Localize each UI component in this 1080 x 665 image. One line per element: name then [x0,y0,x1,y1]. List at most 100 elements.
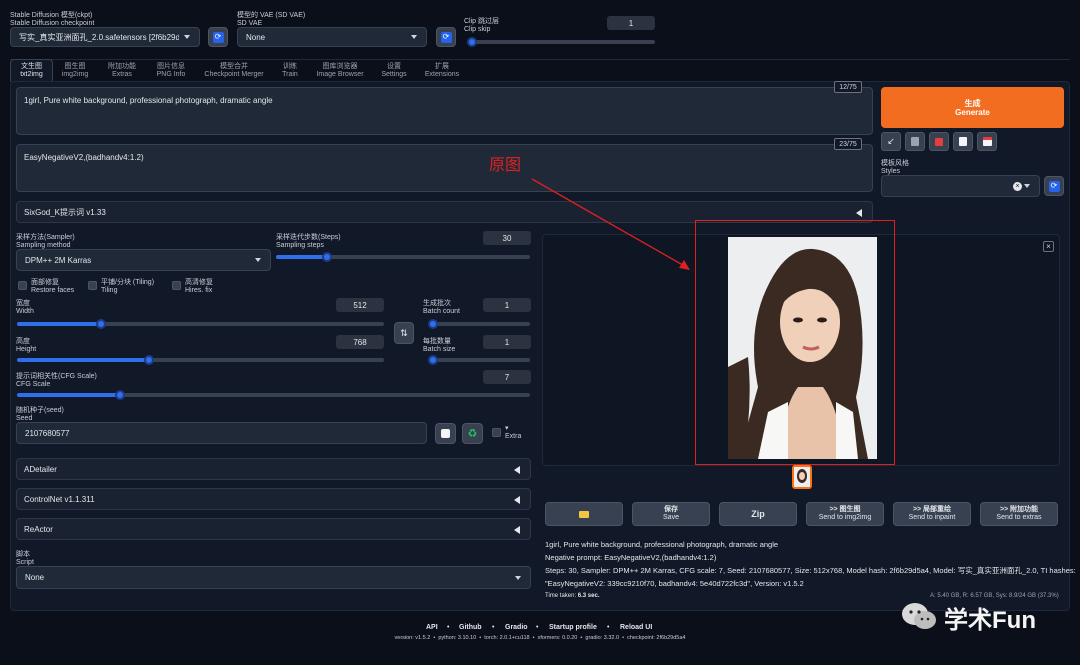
footer-link-gradio[interactable]: Gradio [505,624,528,631]
tab-extensions[interactable]: 扩展 Extensions [420,63,464,79]
extra-seed-label: ▾ Extra [505,425,522,440]
vae-label: 模型的 VAE (SD VAE) SD VAE [237,12,306,27]
batch-size-slider[interactable] [428,355,530,365]
tab-extras[interactable]: 附加功能 Extras [102,63,142,79]
sampler-dropdown[interactable]: DPM++ 2M Karras [16,249,271,271]
refresh-vae-button[interactable]: ⟳ [436,27,456,47]
arrow-down-left-icon: ↙ [887,136,895,146]
checkpoint-value: 写实_真实亚洲面孔_2.0.safetensors [2f6b29d5 [19,32,179,42]
adetailer-label: ADetailer [24,464,57,474]
batch-size-input[interactable]: 1 [483,335,531,349]
clip-skip-input[interactable]: 1 [607,16,655,30]
gallery-thumbnail[interactable] [792,465,812,489]
batch-count-slider[interactable] [428,319,530,329]
clear-icon[interactable]: × [1013,182,1022,191]
swap-dimensions-button[interactable]: ⇅ [394,322,414,344]
send-to-inpaint-button[interactable]: >> 局部重绘 Send to inpaint [893,502,971,526]
script-dropdown[interactable]: None [16,566,531,589]
close-icon[interactable]: × [1043,241,1054,252]
seed-label: 随机种子(seed) Seed [16,407,64,422]
apply-style-button[interactable] [953,132,973,151]
tab-txt2img[interactable]: 文生图 txt2img [12,63,51,79]
styles-dropdown[interactable]: × [881,175,1040,197]
prompt-token-counter: 12/75 [834,81,862,93]
restore-faces-checkbox[interactable] [18,281,27,290]
tab-settings[interactable]: 设置 Settings [376,63,412,79]
negative-prompt-textarea[interactable]: EasyNegativeV2,(badhandv4:1.2) [16,144,873,192]
zip-button[interactable]: Zip [719,502,797,526]
steps-slider[interactable] [276,252,530,262]
random-seed-button[interactable] [435,423,456,444]
recycle-icon: ♻ [467,428,478,440]
flag-icon [935,137,943,146]
reactor-accordion[interactable]: ReActor [16,518,531,540]
steps-label: 采样迭代步数(Steps) Sampling steps [276,234,341,249]
refresh-checkpoint-button[interactable]: ⟳ [208,27,228,47]
slider-fill [276,255,327,259]
slider-knob[interactable] [321,252,332,262]
reactor-label: ReActor [24,524,53,534]
prompt-textarea[interactable]: 1girl, Pure white background, profession… [16,87,873,135]
clip-skip-label: Clip 跳过层 Clip skip [464,18,500,33]
slider-fill [17,322,102,326]
save-style-button[interactable] [977,132,997,151]
footer-link-startup-profile[interactable]: Startup profile [549,624,597,631]
annotation-label: 原图 [489,157,522,174]
footer-versions: version: v1.5.2 • python: 3.10.10 • torc… [394,635,686,641]
steps-input[interactable]: 30 [483,231,531,245]
tab-img2img[interactable]: 图生图 img2img [56,63,94,79]
tab-png-info[interactable]: 图片信息 PNG Info [150,63,192,79]
slider-fill [17,358,150,362]
tab-image-browser[interactable]: 图库浏览器 Image Browser [312,63,368,79]
height-input[interactable]: 768 [336,335,384,349]
clip-skip-slider[interactable] [467,37,655,47]
batch-count-input[interactable]: 1 [483,298,531,312]
refresh-styles-button[interactable]: ⟳ [1044,176,1064,196]
slider-knob[interactable] [428,355,438,365]
save-button[interactable]: 保存 Save [632,502,710,526]
controlnet-accordion[interactable]: ControlNet v1.1.311 [16,488,531,510]
seed-input[interactable]: 2107680577 [16,422,427,444]
folder-icon [579,510,589,518]
refresh-icon: ⟳ [1048,180,1060,192]
annotation-arrow [531,178,690,270]
footer-sep: • [607,624,610,631]
width-slider[interactable] [17,319,384,329]
wechat-icon [900,601,938,631]
cfg-slider[interactable] [17,390,530,400]
width-input[interactable]: 512 [336,298,384,312]
checkpoint-label: Stable Diffusion 模型(ckpt) Stable Diffusio… [10,12,95,27]
read-params-button[interactable]: ↙ [881,132,901,151]
annotation-box [695,220,895,465]
collapse-icon [514,496,520,504]
send-to-img2img-button[interactable]: >> 图生图 Send to img2img [806,502,884,526]
slider-knob[interactable] [467,37,477,47]
clipboard-icon [959,137,967,146]
slider-knob[interactable] [428,319,438,329]
tab-train[interactable]: 训练 Train [276,63,304,79]
checkpoint-dropdown[interactable]: 写实_真实亚洲面孔_2.0.safetensors [2f6b29d5 [10,27,200,47]
reuse-seed-button[interactable]: ♻ [462,423,483,444]
footer-link-api[interactable]: API [426,624,438,631]
dropdown-arrow-icon: ▾ [505,425,509,432]
footer-link-reload-ui[interactable]: Reload UI [620,624,652,631]
tiling-checkbox[interactable] [88,281,97,290]
tab-checkpoint-merger[interactable]: 模型合并 Checkpoint Merger [200,63,268,79]
refresh-icon: ⟳ [212,31,224,43]
open-folder-button[interactable] [545,502,623,526]
collapse-icon [514,466,520,474]
generate-button[interactable]: 生成 Generate [881,87,1064,128]
clear-prompt-button[interactable] [905,132,925,151]
adetailer-accordion[interactable]: ADetailer [16,458,531,480]
height-slider[interactable] [17,355,384,365]
floppy-icon [982,137,992,146]
extra-networks-button[interactable] [929,132,949,151]
vae-dropdown[interactable]: None [237,27,427,47]
footer-link-github[interactable]: Github [459,624,482,631]
footer-sep: • [447,624,450,631]
send-to-extras-button[interactable]: >> 附加功能 Send to extras [980,502,1058,526]
hires-fix-checkbox[interactable] [172,281,181,290]
slider-knob[interactable] [114,390,125,400]
cfg-input[interactable]: 7 [483,370,531,384]
extra-seed-checkbox[interactable] [492,428,501,437]
